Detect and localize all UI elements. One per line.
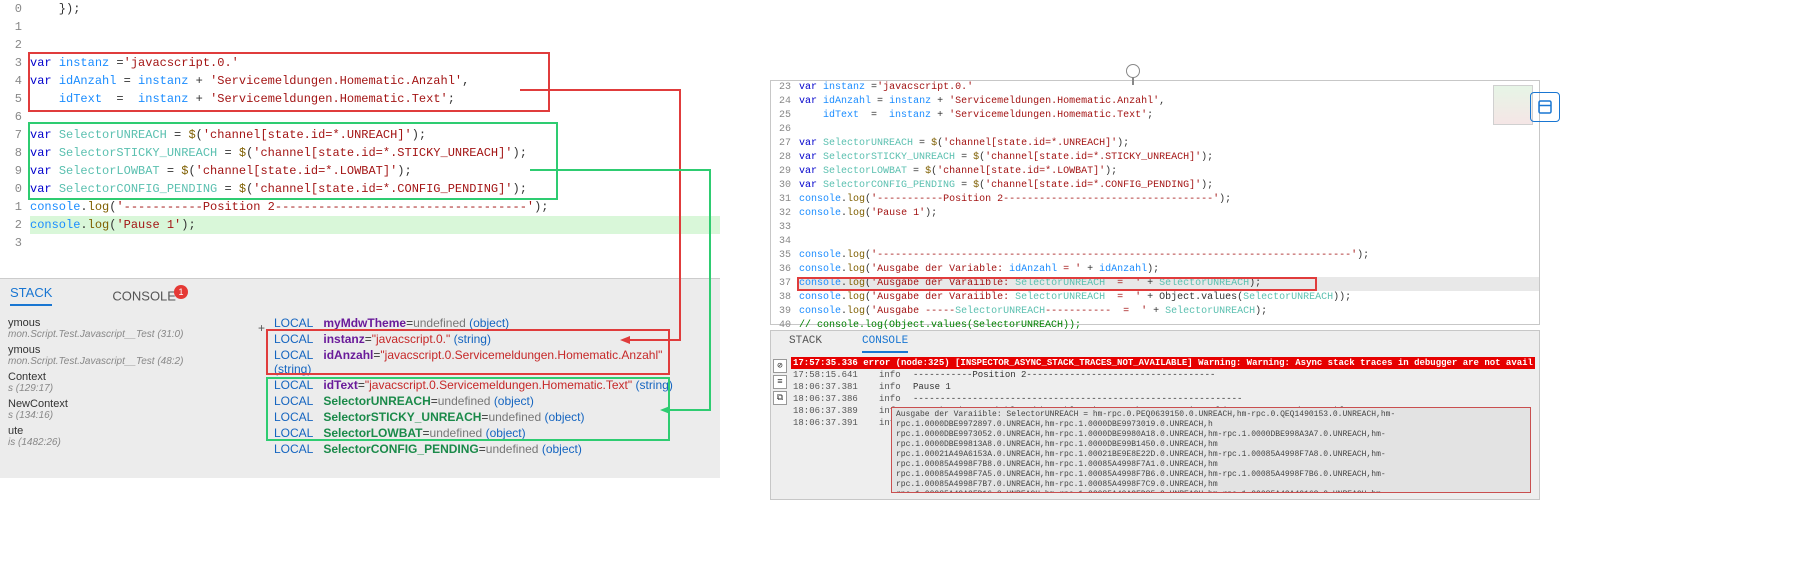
code-line[interactable]: console.log('Ausgabe -----SelectorUNREAC… xyxy=(799,305,1539,319)
code-line[interactable]: console.log('Pause 1'); xyxy=(30,216,720,234)
rc-tab-stack[interactable]: STACK xyxy=(789,335,822,353)
left-code-area[interactable]: }); var instanz ='javacscript.0.'var idAn… xyxy=(30,0,720,270)
code-line[interactable]: var SelectorSTICKY_UNREACH = $('channel[… xyxy=(799,151,1539,165)
code-line[interactable]: console.log('Ausgabe der Varaiible: Sele… xyxy=(799,277,1539,291)
annotation-handle-icon[interactable] xyxy=(1126,64,1140,78)
debug-tabs: STACK CONSOLE1 xyxy=(10,285,188,306)
code-line[interactable]: var SelectorUNREACH = $('channel[state.i… xyxy=(799,137,1539,151)
code-line[interactable]: console.log('-----------Position 2------… xyxy=(799,193,1539,207)
code-line[interactable]: var SelectorCONFIG_PENDING = $('channel[… xyxy=(799,179,1539,193)
callstack-item[interactable]: NewContexts (134:16) xyxy=(0,396,260,423)
callstack-item[interactable]: Contexts (129:17) xyxy=(0,369,260,396)
log-error-msg: 17:57:35.336 error (node:325) [INSPECTOR… xyxy=(793,357,1533,369)
code-line[interactable]: console.log('---------------------------… xyxy=(799,249,1539,263)
right-code-area[interactable]: var instanz ='javacscript.0.'var idAnzah… xyxy=(799,81,1539,324)
selector-dump-box[interactable]: Ausgabe der Varaiible: SelectorUNREACH =… xyxy=(891,407,1531,493)
callstack-item[interactable]: uteis (1482:26) xyxy=(0,423,260,450)
local-row[interactable]: LOCAL SelectorCONFIG_PENDING=undefined (… xyxy=(270,441,700,457)
tab-console[interactable]: CONSOLE1 xyxy=(112,285,188,306)
local-row[interactable]: LOCAL idAnzahl="javacscript.0.Servicemel… xyxy=(270,347,700,377)
log-row[interactable]: 18:06:37.386info------------------------… xyxy=(791,393,1535,405)
callstack-list[interactable]: ymousmon.Script.Test.Javascript__Test (3… xyxy=(0,315,260,450)
code-line[interactable]: var instanz ='javacscript.0.' xyxy=(30,54,720,72)
log-row-error: 17:57:35.336 error (node:325) [INSPECTOR… xyxy=(791,357,1535,369)
right-gutter: 23242526272829303132333435363738394041 xyxy=(771,81,799,324)
local-row[interactable]: LOCAL SelectorSTICKY_UNREACH=undefined (… xyxy=(270,409,700,425)
code-line[interactable]: var idAnzahl = instanz + 'Servicemeldung… xyxy=(30,72,720,90)
log-row[interactable]: 17:58:15.641info-----------Position 2---… xyxy=(791,369,1535,381)
code-line[interactable]: console.log('-----------Position 2------… xyxy=(30,198,720,216)
right-code-editor[interactable]: 23242526272829303132333435363738394041 v… xyxy=(770,80,1540,325)
code-line[interactable] xyxy=(30,18,720,36)
right-console-panel: STACK CONSOLE ⊘ ≡ ⧉ 17:57:35.336 error (… xyxy=(770,330,1540,500)
code-line[interactable]: var SelectorUNREACH = $('channel[state.i… xyxy=(30,126,720,144)
left-gutter: 01234567890123 xyxy=(0,0,30,270)
code-line[interactable]: console.log('Pause 1'); xyxy=(799,207,1539,221)
rc-tab-console[interactable]: CONSOLE xyxy=(862,335,908,353)
code-line[interactable]: idText = instanz + 'Servicemeldungen.Hom… xyxy=(799,109,1539,123)
tab-stack[interactable]: STACK xyxy=(10,285,52,306)
code-line[interactable]: var instanz ='javacscript.0.' xyxy=(799,81,1539,95)
code-line[interactable] xyxy=(30,234,720,252)
minimap[interactable] xyxy=(1493,85,1533,125)
code-line[interactable] xyxy=(30,108,720,126)
filter-icon[interactable]: ≡ xyxy=(773,375,787,389)
code-line[interactable]: }); xyxy=(30,0,720,18)
callstack-item[interactable]: ymousmon.Script.Test.Javascript__Test (4… xyxy=(0,342,260,369)
code-line[interactable]: idText = instanz + 'Servicemeldungen.Hom… xyxy=(30,90,720,108)
console-badge: 1 xyxy=(174,285,188,299)
console-tabs: STACK CONSOLE xyxy=(789,335,908,353)
clear-icon[interactable]: ⊘ xyxy=(773,359,787,373)
log-row[interactable]: 18:06:37.381infoPause 1 xyxy=(791,381,1535,393)
code-line[interactable]: var idAnzahl = instanz + 'Servicemeldung… xyxy=(799,95,1539,109)
code-line[interactable]: var SelectorCONFIG_PENDING = $('channel[… xyxy=(30,180,720,198)
copy-icon[interactable]: ⧉ xyxy=(773,391,787,405)
code-line[interactable]: console.log('Ausgabe der Varaiible: Sele… xyxy=(799,291,1539,305)
code-line[interactable] xyxy=(30,36,720,54)
tab-console-label: CONSOLE xyxy=(112,288,176,303)
callstack-item[interactable]: ymousmon.Script.Test.Javascript__Test (3… xyxy=(0,315,260,342)
left-code-editor[interactable]: 01234567890123 }); var instanz ='javacscr… xyxy=(0,0,720,270)
local-row[interactable]: LOCAL idText="javacscript.0.Servicemeldu… xyxy=(270,377,700,393)
local-row[interactable]: LOCAL SelectorUNREACH=undefined (object) xyxy=(270,393,700,409)
local-row[interactable]: LOCAL myMdwTheme=undefined (object) xyxy=(270,315,700,331)
local-row[interactable]: LOCAL instanz="javacscript.0." (string) xyxy=(270,331,700,347)
locals-list[interactable]: LOCAL myMdwTheme=undefined (object)LOCAL… xyxy=(270,315,700,457)
code-line[interactable] xyxy=(799,221,1539,235)
left-debug-panel: STACK CONSOLE1 + ymousmon.Script.Test.Ja… xyxy=(0,278,720,478)
code-line[interactable]: console.log('Ausgabe der Variable: idAnz… xyxy=(799,263,1539,277)
code-line[interactable] xyxy=(799,123,1539,137)
code-line[interactable]: var SelectorLOWBAT = $('channel[state.id… xyxy=(799,165,1539,179)
code-line[interactable]: var SelectorLOWBAT = $('channel[state.id… xyxy=(30,162,720,180)
local-row[interactable]: LOCAL SelectorLOWBAT=undefined (object) xyxy=(270,425,700,441)
floating-tool-icon[interactable] xyxy=(1530,92,1560,122)
code-line[interactable] xyxy=(799,235,1539,249)
code-line[interactable]: var SelectorSTICKY_UNREACH = $('channel[… xyxy=(30,144,720,162)
console-toolbar: ⊘ ≡ ⧉ xyxy=(773,359,787,405)
